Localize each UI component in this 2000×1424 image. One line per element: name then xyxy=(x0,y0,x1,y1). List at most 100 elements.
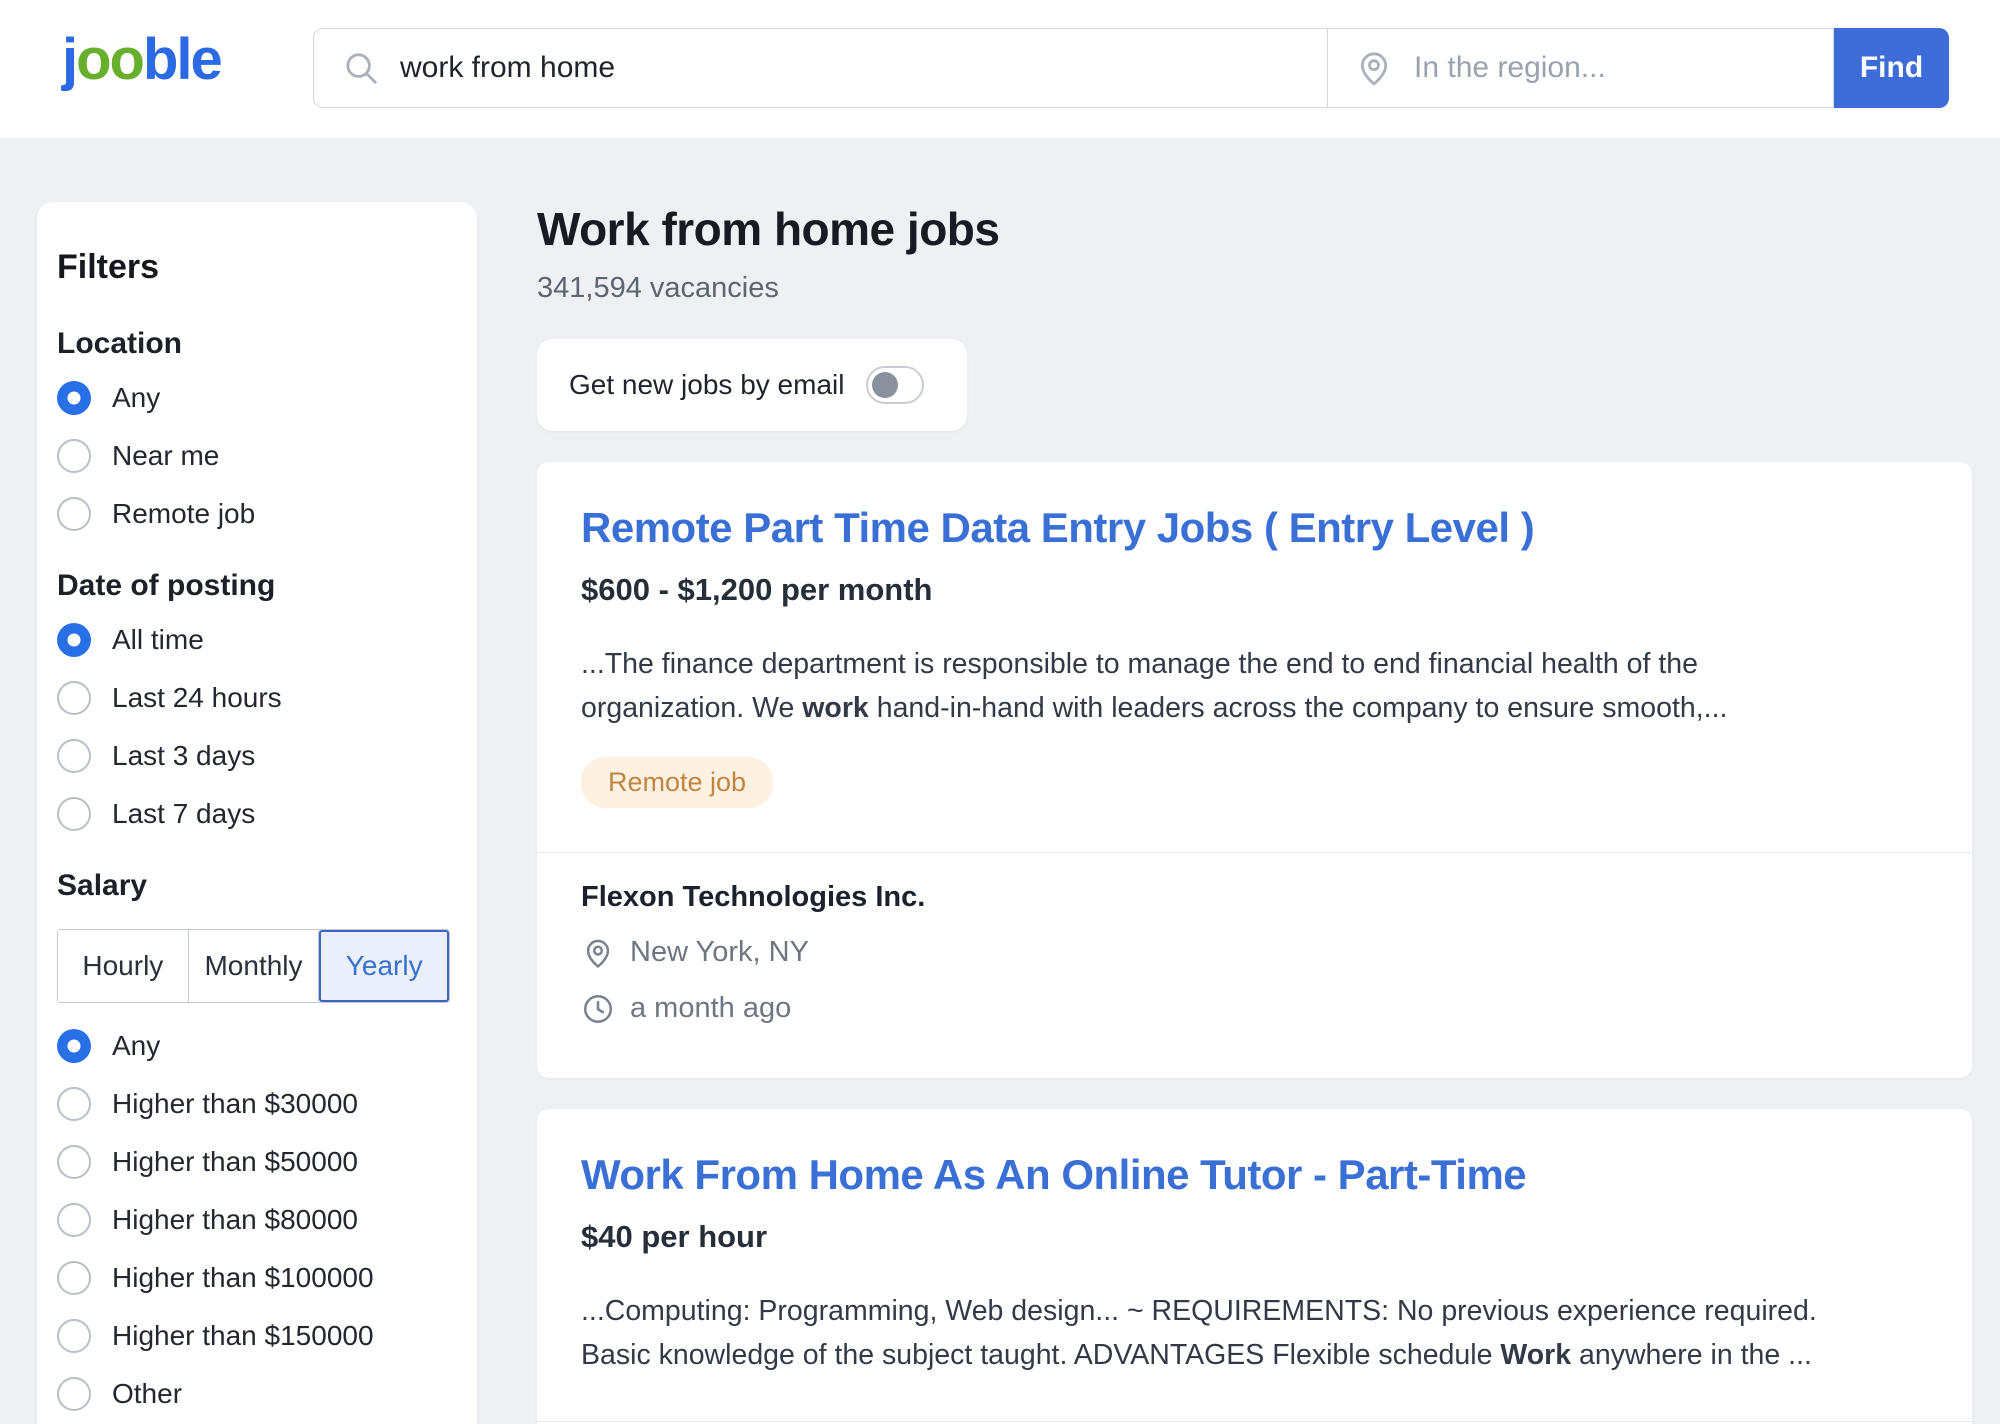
location-heading: Location xyxy=(57,327,453,361)
description-text: ...The finance department is responsible… xyxy=(581,648,1698,680)
job-company-block: Flexon Technologies Inc. New York, NY a mo… xyxy=(581,853,1928,1078)
radio-label: Higher than $150000 xyxy=(112,1320,374,1352)
keyword-input-box xyxy=(313,28,1328,108)
radio-label: Last 3 days xyxy=(112,740,255,772)
job-card[interactable]: Work From Home As An Online Tutor - Part… xyxy=(537,1109,1972,1424)
radio-circle[interactable] xyxy=(57,797,91,831)
radio-label: Near me xyxy=(112,440,219,472)
radio-circle[interactable] xyxy=(57,1029,91,1063)
description-highlight: work xyxy=(802,692,869,724)
job-posted-row: a month ago xyxy=(581,992,1928,1026)
radio-option-salary-higher-than-50000[interactable]: Higher than $50000 xyxy=(57,1145,453,1179)
keyword-input[interactable] xyxy=(400,51,1303,85)
salary-tab-yearly[interactable]: Yearly xyxy=(319,930,449,1002)
logo-part-oo: oo xyxy=(76,27,143,92)
radio-option-date-last-3-days[interactable]: Last 3 days xyxy=(57,739,453,773)
job-description-line: ...Computing: Programming, Web design...… xyxy=(581,1289,1928,1333)
radio-circle[interactable] xyxy=(57,1145,91,1179)
radio-circle[interactable] xyxy=(57,1261,91,1295)
job-salary: $600 - $1,200 per month xyxy=(581,572,1928,608)
radio-label: Higher than $50000 xyxy=(112,1146,358,1178)
radio-label: Last 24 hours xyxy=(112,682,282,714)
radio-label: Last 7 days xyxy=(112,798,255,830)
job-location-row: New York, NY xyxy=(581,936,1928,970)
radio-label: Other xyxy=(112,1378,182,1410)
jooble-logo[interactable]: jooble xyxy=(62,26,221,93)
radio-option-date-last-7-days[interactable]: Last 7 days xyxy=(57,797,453,831)
job-list: Remote Part Time Data Entry Jobs ( Entry… xyxy=(537,462,1972,1424)
vacancies-count: 341,594 vacancies xyxy=(537,272,1972,305)
find-button[interactable]: Find xyxy=(1834,28,1949,108)
radio-option-salary-higher-than-150000[interactable]: Higher than $150000 xyxy=(57,1319,453,1353)
job-description-line: ...The finance department is responsible… xyxy=(581,642,1928,686)
description-highlight: Work xyxy=(1500,1339,1571,1371)
job-title-link[interactable]: Remote Part Time Data Entry Jobs ( Entry… xyxy=(581,504,1928,552)
job-salary: $40 per hour xyxy=(581,1219,1928,1255)
region-input[interactable] xyxy=(1414,51,1813,85)
company-name: Flexon Technologies Inc. xyxy=(581,881,1928,914)
radio-circle[interactable] xyxy=(57,439,91,473)
job-tags: Remote job xyxy=(581,757,1928,808)
filters-title: Filters xyxy=(57,248,453,287)
radio-circle[interactable] xyxy=(57,1087,91,1121)
radio-option-date-last-24-hours[interactable]: Last 24 hours xyxy=(57,681,453,715)
description-text: ...Computing: Programming, Web design...… xyxy=(581,1295,1817,1327)
date-radio-group: All time Last 24 hours Last 3 days Last 7 d… xyxy=(57,623,453,831)
radio-circle[interactable] xyxy=(57,1377,91,1411)
job-location-text: New York, NY xyxy=(630,936,809,969)
map-pin-icon xyxy=(581,936,615,970)
region-input-box xyxy=(1328,28,1834,108)
job-title-link[interactable]: Work From Home As An Online Tutor - Part… xyxy=(581,1151,1928,1199)
description-text: anywhere in the ... xyxy=(1571,1339,1812,1371)
page-title: Work from home jobs xyxy=(537,202,1972,256)
date-of-posting-heading: Date of posting xyxy=(57,569,453,603)
job-card[interactable]: Remote Part Time Data Entry Jobs ( Entry… xyxy=(537,462,1972,1078)
radio-circle[interactable] xyxy=(57,739,91,773)
radio-circle[interactable] xyxy=(57,1203,91,1237)
job-description: ...Computing: Programming, Web design...… xyxy=(581,1289,1928,1377)
radio-option-location-near-me[interactable]: Near me xyxy=(57,439,453,473)
salary-period-tabs: HourlyMonthlyYearly xyxy=(57,929,450,1003)
toggle-knob xyxy=(872,372,898,398)
tag-remote-job: Remote job xyxy=(581,757,773,808)
radio-label: Higher than $30000 xyxy=(112,1088,358,1120)
radio-option-salary-higher-than-30000[interactable]: Higher than $30000 xyxy=(57,1087,453,1121)
description-text: hand-in-hand with leaders across the com… xyxy=(869,692,1728,724)
radio-circle[interactable] xyxy=(57,1319,91,1353)
email-subscribe-card: Get new jobs by email xyxy=(537,339,967,431)
email-subscribe-toggle[interactable] xyxy=(866,366,924,404)
salary-radio-group: Any Higher than $30000 Higher than $50000 H… xyxy=(57,1029,453,1411)
description-text: organization. We xyxy=(581,692,802,724)
radio-option-location-remote-job[interactable]: Remote job xyxy=(57,497,453,531)
location-radio-group: Any Near me Remote job xyxy=(57,381,453,531)
clock-icon xyxy=(581,992,615,1026)
radio-circle[interactable] xyxy=(57,681,91,715)
logo-part-ble: ble xyxy=(143,27,221,92)
radio-option-location-any[interactable]: Any xyxy=(57,381,453,415)
location-pin-icon xyxy=(1354,48,1394,88)
salary-tab-hourly[interactable]: Hourly xyxy=(58,930,189,1002)
email-subscribe-label: Get new jobs by email xyxy=(569,369,844,401)
results-column: Work from home jobs 341,594 vacancies Ge… xyxy=(537,202,1972,1424)
radio-label: Remote job xyxy=(112,498,255,530)
radio-option-salary-higher-than-100000[interactable]: Higher than $100000 xyxy=(57,1261,453,1295)
radio-circle[interactable] xyxy=(57,497,91,531)
description-text: Basic knowledge of the subject taught. A… xyxy=(581,1339,1500,1371)
salary-tab-monthly[interactable]: Monthly xyxy=(189,930,320,1002)
salary-heading: Salary xyxy=(57,869,453,903)
radio-option-salary-any[interactable]: Any xyxy=(57,1029,453,1063)
radio-option-date-all-time[interactable]: All time xyxy=(57,623,453,657)
radio-label: Higher than $100000 xyxy=(112,1262,374,1294)
logo-part-j: j xyxy=(62,27,76,92)
radio-circle[interactable] xyxy=(57,623,91,657)
search-bar: Find xyxy=(313,28,1949,108)
radio-option-salary-higher-than-80000[interactable]: Higher than $80000 xyxy=(57,1203,453,1237)
radio-option-salary-other[interactable]: Other xyxy=(57,1377,453,1411)
job-description-line: organization. We work hand-in-hand with … xyxy=(581,686,1928,730)
radio-label: All time xyxy=(112,624,204,656)
search-icon xyxy=(342,49,380,87)
radio-label: Any xyxy=(112,1030,160,1062)
radio-circle[interactable] xyxy=(57,381,91,415)
job-posted-text: a month ago xyxy=(630,992,791,1025)
top-header: jooble Find xyxy=(0,0,2000,138)
